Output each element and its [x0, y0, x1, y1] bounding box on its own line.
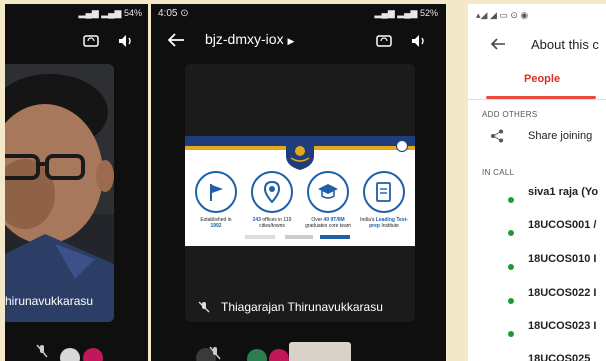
location-pin-icon: [251, 171, 293, 213]
divider: [468, 99, 606, 100]
meeting-details-screen: ▴◢ ◢ ▭ ⊙ ◉ About this c People ADD OTHER…: [468, 4, 606, 361]
participant-avatar[interactable]: [269, 349, 289, 361]
back-arrow-icon[interactable]: [167, 32, 185, 48]
cast-icon: ⊙: [180, 8, 189, 19]
share-joining-info-button[interactable]: Share joining: [528, 130, 592, 142]
presentation-tile[interactable]: Established in 1992 243 offices in 119 ci…: [185, 64, 415, 322]
participant-row[interactable]: 18UCOS001 /: [468, 219, 606, 239]
mic-off-icon: [198, 301, 210, 313]
participant-video-tile[interactable]: [5, 64, 114, 322]
presence-dot: [508, 331, 514, 337]
meeting-code: bjz-dmxy-iox: [205, 31, 284, 47]
presence-dot: [508, 197, 514, 203]
tab-people[interactable]: People: [524, 73, 560, 85]
mic-off-icon: [36, 344, 48, 358]
self-view-thumbnail[interactable]: [289, 342, 351, 361]
participant-row[interactable]: 18UCOS023 I: [468, 320, 606, 340]
presence-dot: [508, 264, 514, 270]
participant-name: 18UCOS025: [528, 353, 591, 361]
fact-caption: India's Leading Test-prep Institute: [356, 217, 412, 229]
chevron-right-icon: ▶: [287, 36, 295, 46]
meet-call-screen-center: 4:05 ⊙ ▂▄▆ ▂▄▆ 52% bjz-dmxy-iox ▶ Establ…: [151, 4, 446, 361]
section-heading-in-call: IN CALL: [482, 168, 515, 177]
fact-caption: 243 offices in 119 cities/towns: [244, 217, 300, 229]
shared-slide: Established in 1992 243 offices in 119 ci…: [185, 136, 415, 246]
fact-text: graduates core team: [305, 223, 351, 229]
mic-off-icon: [209, 346, 221, 360]
screenshot-collage: ▂▄▆ ▂▄▆ 54% hirunavukkarasu 4:05 ⊙ ▂▄▆ ▂…: [0, 0, 606, 361]
participant-name: siva1 raja (Yo: [528, 186, 599, 198]
participant-avatar[interactable]: [247, 349, 267, 361]
participant-name: 18UCOS023 I: [528, 320, 597, 332]
participant-name: 18UCOS010 I: [528, 253, 597, 265]
presence-dot: [508, 230, 514, 236]
signal-icon: ▂▄▆ ▂▄▆: [374, 8, 420, 18]
participant-row[interactable]: 18UCOS022 I: [468, 287, 606, 307]
meeting-code-title[interactable]: bjz-dmxy-iox ▶: [205, 31, 294, 47]
fact-caption: Established in 1992: [188, 217, 244, 229]
page-title: About this c: [531, 37, 599, 52]
participant-name: 18UCOS001 /: [528, 219, 597, 231]
corner-logo-icon: [396, 140, 408, 152]
fact-text: Institute: [381, 223, 399, 229]
anniversary-emblem-icon: [286, 138, 314, 170]
battery-level: 52%: [419, 8, 438, 18]
fact-text: offices in 119 cities/towns: [259, 217, 292, 229]
battery-level: 54%: [123, 8, 142, 18]
status-bar: ▂▄▆ ▂▄▆ 52%: [375, 8, 438, 19]
document-icon: [363, 171, 405, 213]
participant-name: 18UCOS022 I: [528, 287, 597, 299]
participant-row[interactable]: 18UCOS010 I: [468, 253, 606, 273]
presence-dot: [508, 298, 514, 304]
participant-row[interactable]: siva1 raja (Yo: [468, 186, 606, 206]
participant-avatar[interactable]: [83, 348, 103, 361]
speaker-icon[interactable]: [118, 34, 134, 48]
graduation-cap-icon: [307, 171, 349, 213]
switch-camera-icon[interactable]: [376, 35, 392, 47]
switch-camera-icon[interactable]: [83, 35, 99, 47]
status-bar: ▴◢ ◢ ▭ ⊙ ◉: [476, 10, 529, 20]
back-arrow-icon[interactable]: [490, 37, 506, 51]
speaker-icon[interactable]: [411, 34, 427, 48]
participant-video-frame: [5, 64, 114, 322]
participant-name-label: Thiagarajan Thirunavukkarasu: [221, 300, 383, 314]
slide-footer-strip: [245, 235, 350, 239]
flag-icon: [195, 171, 237, 213]
status-time-value: 4:05: [158, 8, 178, 19]
participant-avatar[interactable]: [60, 348, 80, 361]
signal-icon: ▂▄▆ ▂▄▆: [78, 8, 124, 18]
status-time: 4:05 ⊙: [158, 8, 189, 19]
fact-caption: Over 40 IIT/IIM graduates core team: [300, 217, 356, 229]
status-bar: ▂▄▆ ▂▄▆ 54%: [79, 8, 142, 19]
meet-call-screen-left: ▂▄▆ ▂▄▆ 54% hirunavukkarasu: [5, 4, 148, 361]
participant-name-label: hirunavukkarasu: [5, 294, 94, 308]
share-icon: [491, 129, 503, 143]
fact-highlight: 1992: [210, 223, 222, 229]
section-heading-add-others: ADD OTHERS: [482, 110, 538, 119]
participant-row[interactable]: 18UCOS025: [468, 353, 606, 361]
